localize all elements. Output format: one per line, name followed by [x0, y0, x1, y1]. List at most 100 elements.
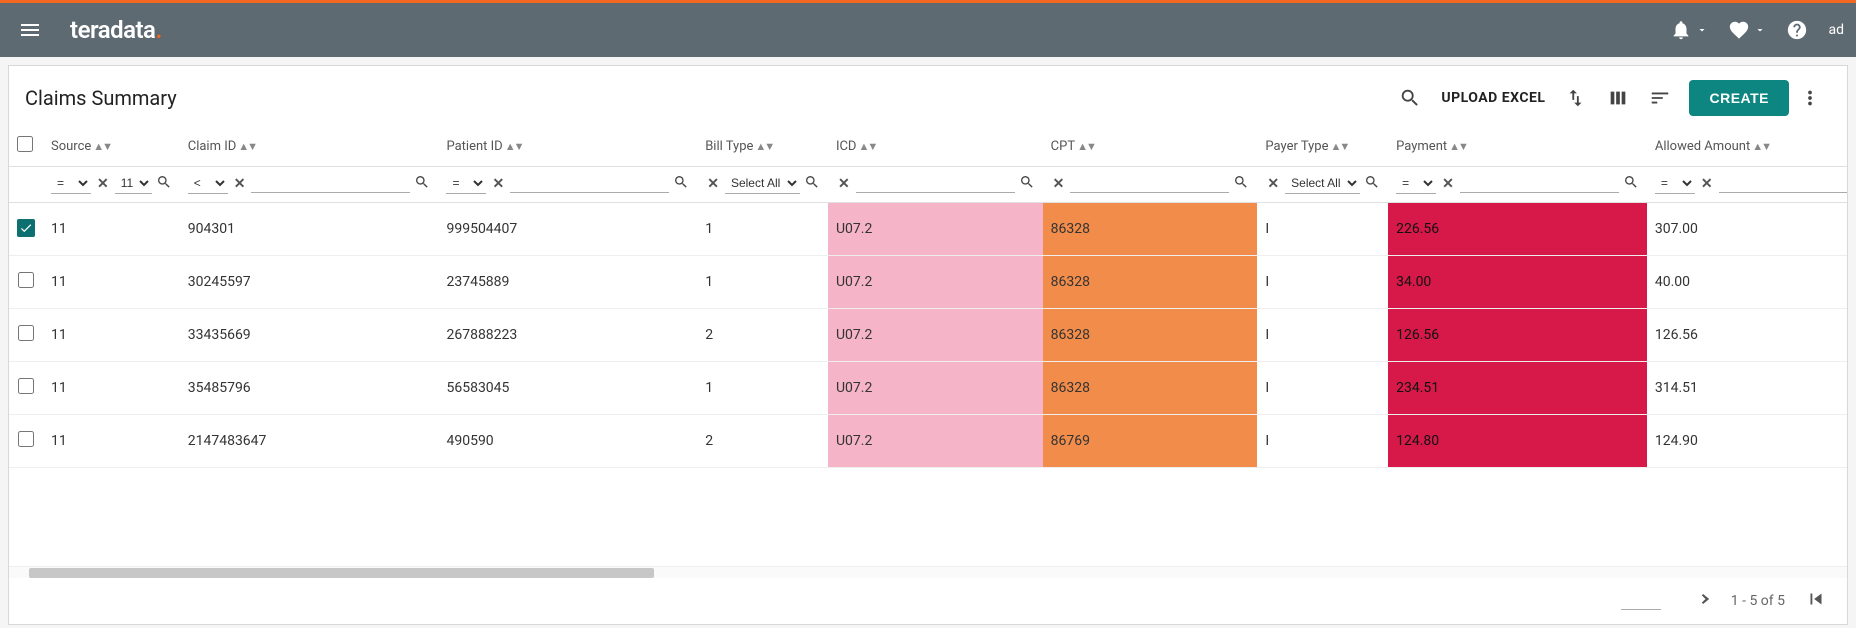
clear-icon[interactable]: ✕ [490, 176, 506, 192]
filter-select[interactable]: Select All [725, 173, 800, 194]
search-icon[interactable] [1233, 174, 1249, 194]
sort-icon: ▲▼ [93, 140, 111, 153]
pagination: 1 - 5 of 5 [9, 578, 1847, 624]
filter-input[interactable] [856, 174, 1015, 193]
import-export-icon[interactable] [1565, 87, 1587, 109]
col-patient-id[interactable]: Patient ID▲▼ [438, 126, 697, 167]
filter-op-select[interactable]: < [188, 173, 228, 194]
filter-select[interactable]: Select All [1285, 173, 1360, 194]
notifications-icon[interactable] [1670, 19, 1708, 41]
main-panel: Claims Summary UPLOAD EXCEL CREATE Sourc… [8, 65, 1848, 625]
create-button[interactable]: CREATE [1689, 80, 1789, 116]
table-row[interactable]: 11334356692678882232U07.286328I126.56126… [9, 309, 1847, 362]
chevron-down-icon [1750, 21, 1766, 40]
clear-icon[interactable]: ✕ [1265, 176, 1281, 192]
col-claim-id[interactable]: Claim ID▲▼ [180, 126, 439, 167]
page-size-input[interactable] [1621, 592, 1661, 610]
col-source[interactable]: Source▲▼ [43, 126, 180, 167]
col-bill-type[interactable]: Bill Type▲▼ [697, 126, 828, 167]
filter-op-select[interactable]: = [1396, 173, 1436, 194]
cell-cpt: 86769 [1043, 415, 1258, 468]
col-payment[interactable]: Payment▲▼ [1388, 126, 1647, 167]
table-row[interactable]: 1121474836474905902U07.286769I124.80124.… [9, 415, 1847, 468]
filter-input[interactable] [1070, 174, 1229, 193]
first-page-icon[interactable] [1805, 588, 1827, 614]
clear-icon[interactable]: ✕ [95, 176, 111, 192]
next-page-icon[interactable] [1689, 588, 1711, 614]
table-row[interactable]: 1130245597237458891U07.286328I34.0040.00 [9, 256, 1847, 309]
more-icon[interactable] [1799, 87, 1821, 109]
cell-source: 11 [43, 362, 180, 415]
sort-icon: ▲▼ [755, 140, 773, 153]
checkbox-checked-icon[interactable] [17, 219, 35, 237]
col-label: Payer Type [1265, 139, 1328, 154]
search-icon[interactable] [156, 174, 172, 194]
filter-input[interactable] [251, 174, 410, 193]
table-row[interactable]: 1135485796565830451U07.286328I234.51314.… [9, 362, 1847, 415]
filter-input[interactable] [1460, 174, 1619, 193]
search-icon[interactable] [673, 174, 689, 194]
filter-op-select[interactable]: = [446, 173, 486, 194]
table-scroll[interactable]: Source▲▼ Claim ID▲▼ Patient ID▲▼ Bill Ty… [9, 126, 1847, 566]
clear-icon[interactable]: ✕ [1699, 176, 1715, 192]
sort-icon: ▲▼ [238, 140, 256, 153]
row-checkbox[interactable] [18, 431, 34, 447]
cell-source: 11 [43, 203, 180, 256]
filter-op-select[interactable]: = [1655, 173, 1695, 194]
clear-icon[interactable]: ✕ [1051, 176, 1067, 192]
filter-input[interactable] [510, 174, 669, 193]
search-icon[interactable] [804, 174, 820, 194]
cell-patient-id: 23745889 [438, 256, 697, 309]
cell-claim-id: 30245597 [180, 256, 439, 309]
cell-payer-type: I [1257, 256, 1388, 309]
scrollbar-thumb[interactable] [29, 568, 654, 578]
row-checkbox[interactable] [18, 378, 34, 394]
menu-icon[interactable] [18, 18, 42, 42]
upload-excel-button[interactable]: UPLOAD EXCEL [1441, 90, 1545, 106]
col-cpt[interactable]: CPT▲▼ [1043, 126, 1258, 167]
table-row[interactable]: 119043019995044071U07.286328I226.56307.0… [9, 203, 1847, 256]
sort-icon: ▲▼ [858, 140, 876, 153]
filter-value-select[interactable]: 11 [115, 173, 152, 194]
col-label: Source [51, 139, 91, 154]
favorites-icon[interactable] [1728, 19, 1766, 41]
search-icon[interactable] [1399, 87, 1421, 109]
cell-bill-type: 1 [697, 362, 828, 415]
search-icon[interactable] [1623, 174, 1639, 194]
user-label[interactable]: ad [1828, 22, 1844, 38]
row-checkbox-cell[interactable] [9, 362, 43, 415]
help-icon[interactable] [1786, 19, 1808, 41]
select-all-header[interactable] [9, 126, 43, 167]
filter-op-select[interactable]: = [51, 173, 91, 194]
cell-claim-id: 35485796 [180, 362, 439, 415]
clear-icon[interactable]: ✕ [1440, 176, 1456, 192]
filter-payer-type: ✕ Select All [1265, 173, 1380, 194]
select-all-checkbox[interactable] [17, 136, 33, 152]
cell-cpt: 86328 [1043, 309, 1258, 362]
clear-icon[interactable]: ✕ [836, 176, 852, 192]
row-checkbox[interactable] [18, 272, 34, 288]
clear-icon[interactable]: ✕ [705, 176, 721, 192]
row-checkbox-cell[interactable] [9, 309, 43, 362]
col-icd[interactable]: ICD▲▼ [828, 126, 1043, 167]
cell-allowed: 126.56 [1647, 309, 1847, 362]
col-payer-type[interactable]: Payer Type▲▼ [1257, 126, 1388, 167]
table-body: 119043019995044071U07.286328I226.56307.0… [9, 203, 1847, 468]
col-allowed[interactable]: Allowed Amount▲▼ [1647, 126, 1847, 167]
cell-cpt: 86328 [1043, 362, 1258, 415]
row-checkbox-cell[interactable] [9, 256, 43, 309]
cell-icd: U07.2 [828, 309, 1043, 362]
columns-icon[interactable] [1607, 87, 1629, 109]
sort-icon[interactable] [1649, 87, 1671, 109]
row-checkbox-cell[interactable] [9, 415, 43, 468]
clear-icon[interactable]: ✕ [232, 176, 248, 192]
search-icon[interactable] [1019, 174, 1035, 194]
cell-allowed: 40.00 [1647, 256, 1847, 309]
filter-input[interactable] [1719, 174, 1847, 193]
row-checkbox-cell[interactable] [9, 203, 43, 256]
row-checkbox[interactable] [18, 325, 34, 341]
cell-payment: 234.51 [1388, 362, 1647, 415]
search-icon[interactable] [1364, 174, 1380, 194]
horizontal-scrollbar[interactable] [9, 566, 1847, 578]
search-icon[interactable] [414, 174, 430, 194]
